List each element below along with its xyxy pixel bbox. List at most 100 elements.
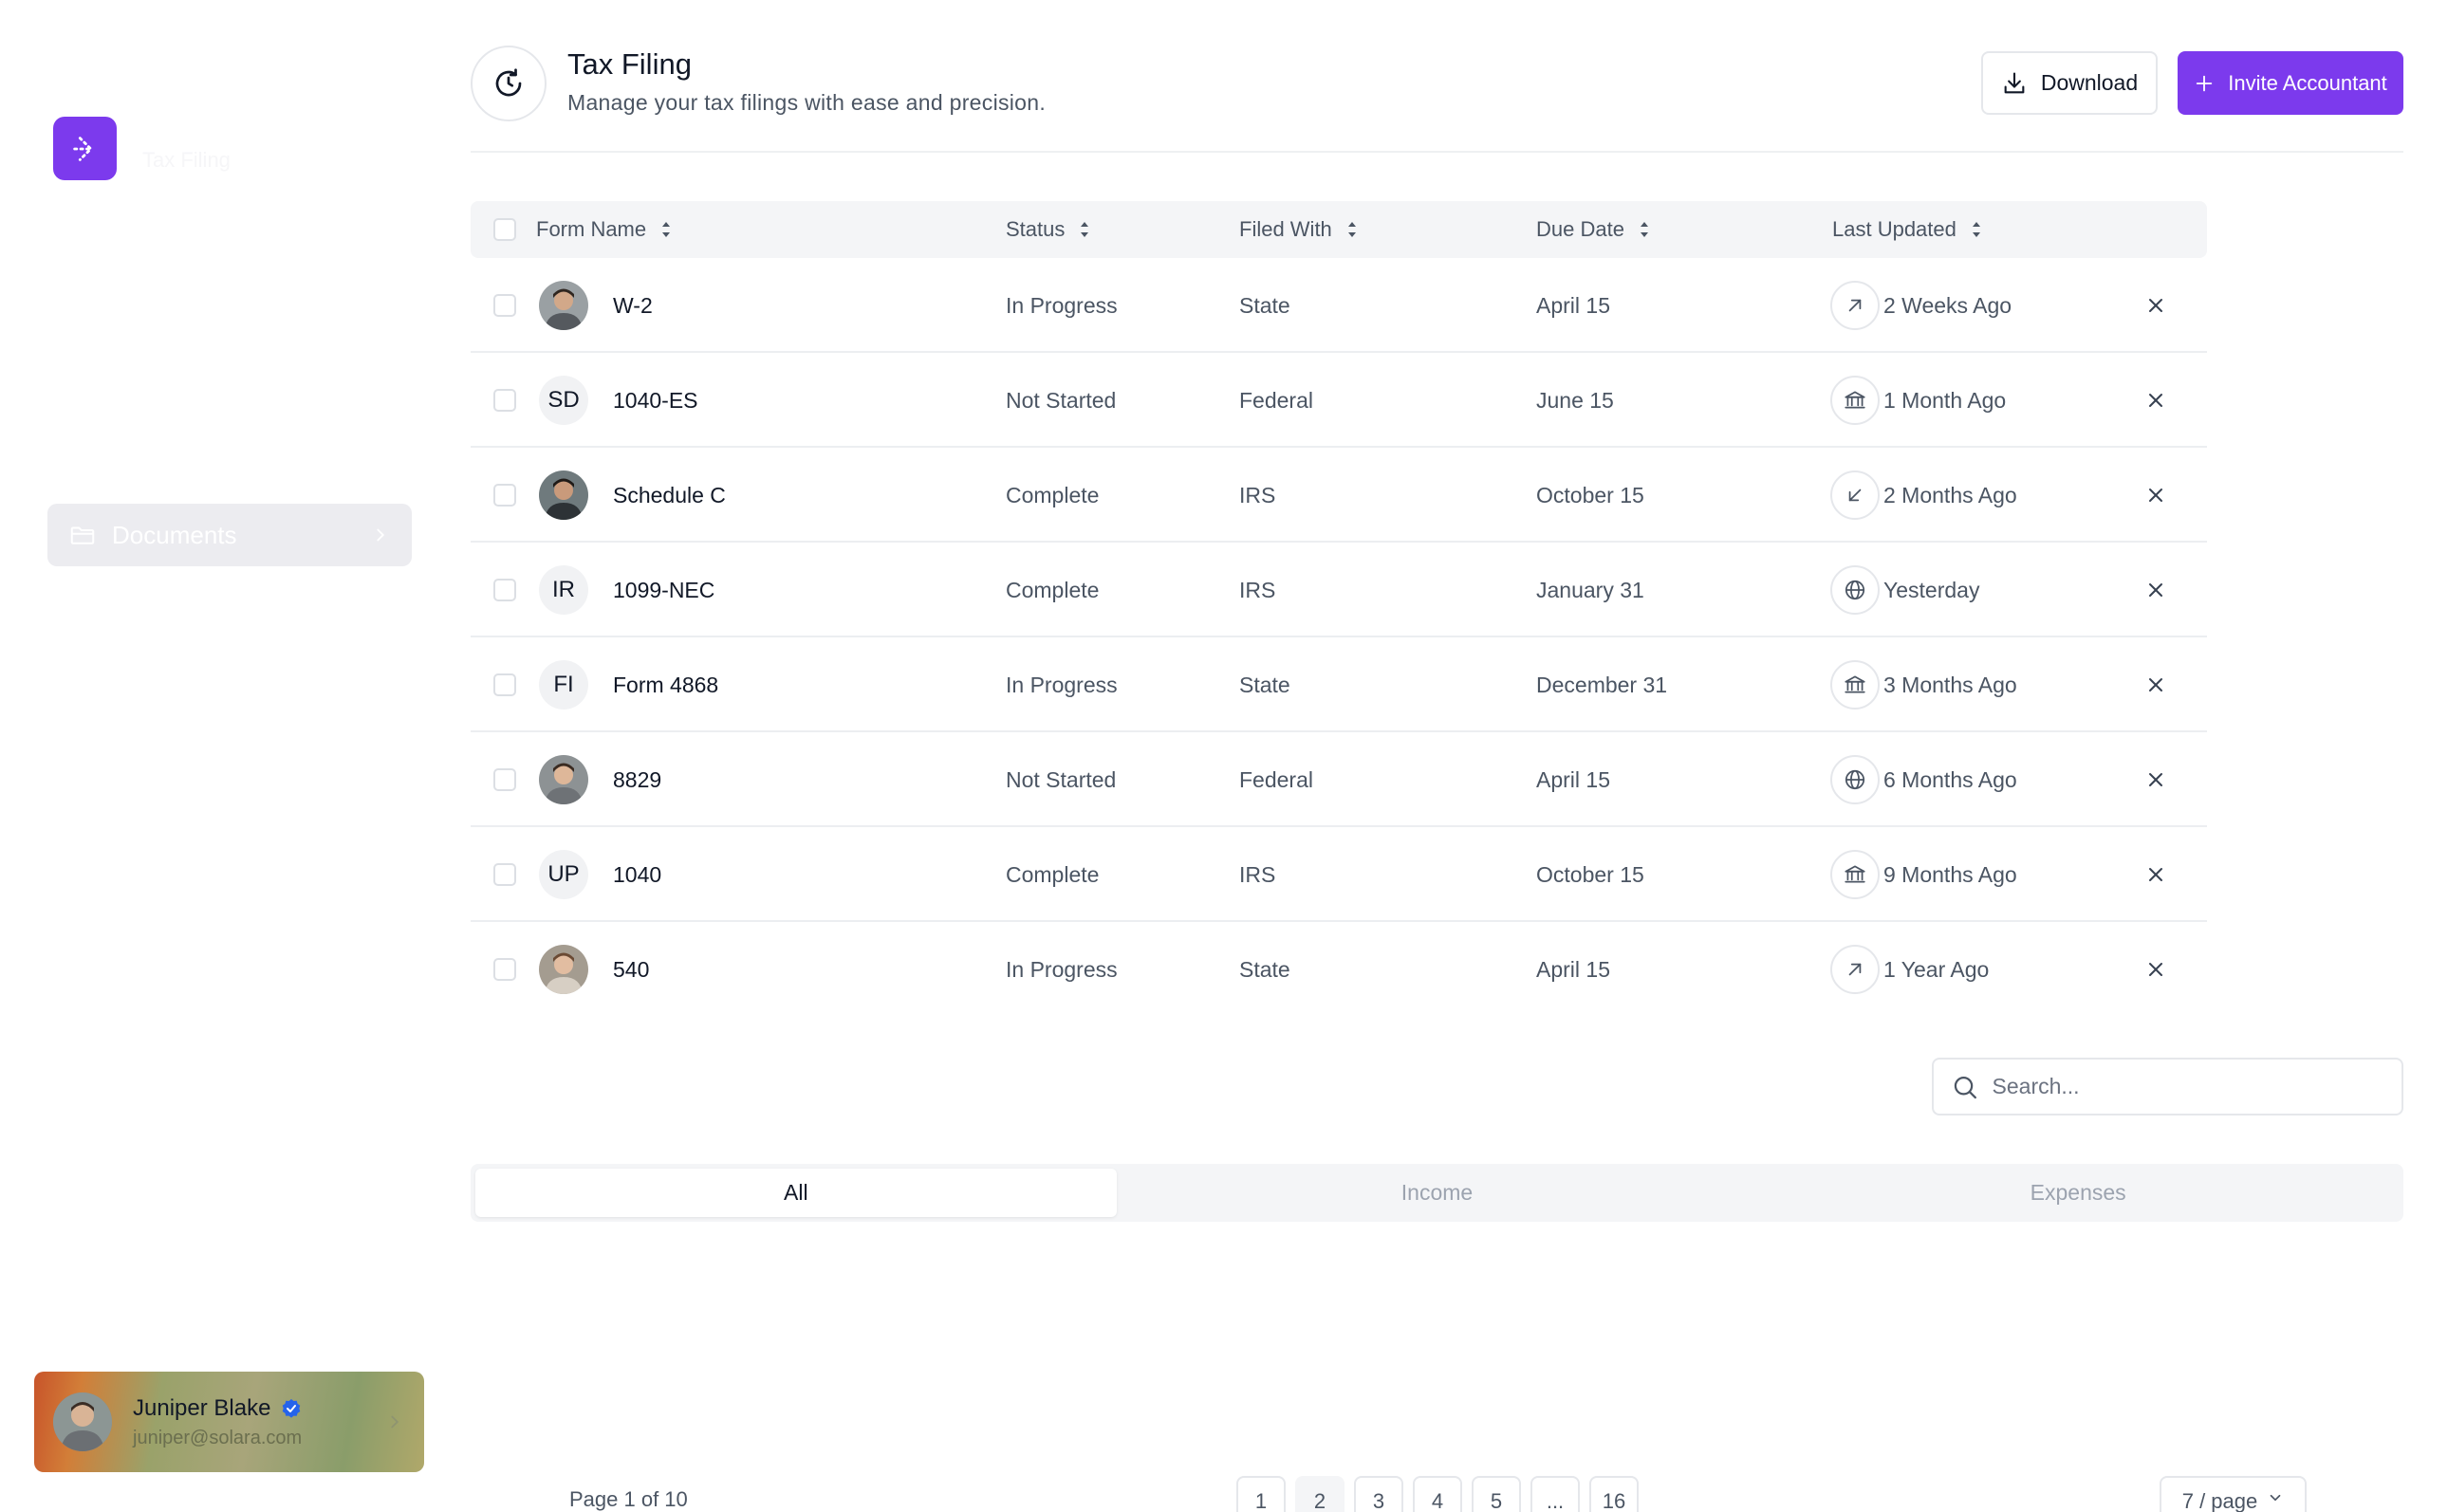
- page-button[interactable]: 2: [1295, 1476, 1345, 1512]
- close-icon: [2149, 678, 2162, 691]
- table-row[interactable]: IR 1099-NEC Complete IRS January 31 Yesterday: [471, 543, 2207, 637]
- search-box[interactable]: [1932, 1058, 2403, 1116]
- app-name: Tax Filing: [142, 148, 231, 172]
- select-all-checkbox[interactable]: [493, 218, 516, 241]
- due-date-cell: October 15: [1536, 861, 1644, 887]
- globe-icon: [1845, 769, 1865, 790]
- table-row[interactable]: W-2 In Progress State April 15 2 Weeks Ago: [471, 258, 2207, 353]
- filed-with-cell: State: [1239, 956, 1290, 982]
- column-header-last-updated[interactable]: Last Updated: [1832, 201, 1983, 258]
- column-label: Form Name: [536, 217, 647, 241]
- status-cell: In Progress: [1006, 292, 1118, 318]
- remove-row-button[interactable]: [2144, 768, 2167, 791]
- update-source-badge: [1830, 660, 1880, 710]
- close-icon: [2149, 489, 2162, 502]
- form-name-cell: 1040-ES: [613, 387, 698, 413]
- logo-icon: [72, 136, 93, 161]
- row-checkbox[interactable]: [493, 294, 516, 317]
- table-row[interactable]: 540 In Progress State April 15 1 Year Ago: [471, 922, 2207, 1017]
- page-button[interactable]: 16: [1589, 1476, 1639, 1512]
- app-logo[interactable]: [53, 117, 117, 180]
- row-checkbox[interactable]: [493, 579, 516, 601]
- user-avatar: [53, 1392, 112, 1451]
- tab-income[interactable]: Income: [1117, 1169, 1758, 1217]
- column-header-filed-with[interactable]: Filed With: [1239, 201, 1359, 258]
- row-checkbox[interactable]: [493, 673, 516, 696]
- update-source-badge: [1830, 755, 1880, 804]
- pagination: 1 2 3 4 5... 16: [1236, 1476, 1639, 1512]
- update-source-badge: [1830, 565, 1880, 615]
- folder-icon: [70, 526, 95, 544]
- invite-accountant-button[interactable]: Invite Accountant: [2178, 51, 2403, 115]
- download-label: Download: [2040, 70, 2139, 95]
- sidebar-item-documents[interactable]: Documents: [47, 504, 412, 566]
- user-name: Juniper Blake: [133, 1394, 271, 1421]
- page-ellipsis[interactable]: ...: [1530, 1476, 1580, 1512]
- arrow-down-left-icon: [1848, 489, 1862, 502]
- bank-icon: [1845, 391, 1865, 409]
- row-checkbox[interactable]: [493, 958, 516, 981]
- sort-icon: [1972, 222, 1980, 237]
- due-date-cell: December 31: [1536, 672, 1668, 697]
- row-checkbox[interactable]: [493, 389, 516, 412]
- avatar: [539, 755, 588, 804]
- tab-all[interactable]: All: [475, 1169, 1117, 1217]
- form-name-cell: Form 4868: [613, 672, 719, 697]
- remove-row-button[interactable]: [2144, 484, 2167, 507]
- table-row[interactable]: UP 1040 Complete IRS October 15 9 Months Ago: [471, 827, 2207, 922]
- search-input[interactable]: [1992, 1074, 2384, 1099]
- avatar-initials: FI: [539, 660, 588, 710]
- last-updated-cell: Yesterday: [1883, 577, 1980, 602]
- table-header: Form Name Status Filed With Due Date Las…: [471, 201, 2207, 258]
- last-updated-cell: 9 Months Ago: [1883, 861, 2017, 887]
- status-cell: Complete: [1006, 861, 1100, 887]
- user-email: juniper@solara.com: [133, 1427, 303, 1448]
- row-checkbox[interactable]: [493, 484, 516, 507]
- bank-icon: [1845, 675, 1865, 693]
- column-header-form-name[interactable]: Form Name: [536, 201, 673, 258]
- due-date-cell: April 15: [1536, 956, 1610, 982]
- user-profile-card[interactable]: Juniper Blake juniper@solara.com: [34, 1372, 424, 1472]
- download-button[interactable]: Download: [1981, 51, 2158, 115]
- row-checkbox[interactable]: [493, 863, 516, 886]
- per-page-value: 7 / page: [2181, 1489, 2258, 1512]
- column-label: Filed With: [1239, 217, 1332, 241]
- page-button[interactable]: 4: [1413, 1476, 1462, 1512]
- page-button[interactable]: 5: [1472, 1476, 1521, 1512]
- filed-with-cell: IRS: [1239, 577, 1276, 602]
- sidebar-item-label: Documents: [112, 520, 237, 549]
- remove-row-button[interactable]: [2144, 389, 2167, 412]
- filed-with-cell: Federal: [1239, 387, 1313, 413]
- table-row[interactable]: 8829 Not Started Federal April 15 6 Months A…: [471, 732, 2207, 827]
- remove-row-button[interactable]: [2144, 579, 2167, 601]
- filed-with-cell: IRS: [1239, 482, 1276, 507]
- avatar: [539, 470, 588, 520]
- tab-expenses[interactable]: Expenses: [1757, 1169, 2399, 1217]
- remove-row-button[interactable]: [2144, 863, 2167, 886]
- update-source-badge: [1830, 281, 1880, 330]
- page-button[interactable]: 3: [1354, 1476, 1403, 1512]
- sort-icon: [1081, 222, 1089, 237]
- page-button[interactable]: 1: [1236, 1476, 1286, 1512]
- last-updated-cell: 3 Months Ago: [1883, 672, 2017, 697]
- table-row[interactable]: SD 1040-ES Not Started Federal June 15 1 Mont…: [471, 353, 2207, 448]
- avatar-initials: UP: [539, 850, 588, 899]
- row-checkbox[interactable]: [493, 768, 516, 791]
- form-name-cell: 1099-NEC: [613, 577, 715, 602]
- table-row[interactable]: FI Form 4868 In Progress State December 31 3 …: [471, 637, 2207, 732]
- sort-icon: [662, 222, 671, 237]
- due-date-cell: October 15: [1536, 482, 1644, 507]
- invite-label: Invite Accountant: [2228, 70, 2387, 95]
- tax-filing-icon: [471, 46, 547, 121]
- remove-row-button[interactable]: [2144, 294, 2167, 317]
- due-date-cell: January 31: [1536, 577, 1644, 602]
- column-header-status[interactable]: Status: [1006, 201, 1091, 258]
- close-icon: [2149, 868, 2162, 881]
- column-header-due-date[interactable]: Due Date: [1536, 201, 1651, 258]
- table-row[interactable]: Schedule C Complete IRS October 15 2 Months …: [471, 448, 2207, 543]
- remove-row-button[interactable]: [2144, 673, 2167, 696]
- header-divider: [471, 151, 2403, 153]
- filed-with-cell: IRS: [1239, 861, 1276, 887]
- remove-row-button[interactable]: [2144, 958, 2167, 981]
- per-page-select[interactable]: 7 / page: [2160, 1476, 2307, 1512]
